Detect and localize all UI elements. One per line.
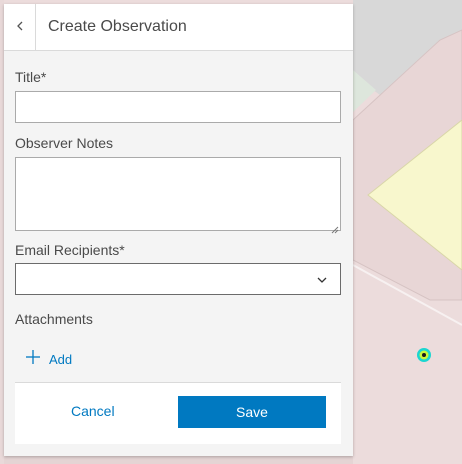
add-label: Add [49,351,73,367]
add-attachment-button[interactable]: Add [25,349,72,369]
map-marker[interactable] [417,348,431,362]
title-input[interactable] [15,91,341,123]
observer-notes-textarea[interactable] [15,157,341,234]
map-bottom-strip [0,456,353,464]
back-button[interactable] [4,4,36,51]
panel-header: Create Observation [4,4,353,51]
observer-notes-label: Observer Notes [15,135,114,151]
resize-handle-icon[interactable] [331,221,339,234]
chevron-down-icon [316,273,328,285]
chevron-left-icon [15,19,25,37]
panel-title: Create Observation [48,18,187,35]
email-recipients-select[interactable] [15,263,341,295]
panel-footer: Cancel Save [15,382,341,444]
email-recipients-label: Email Recipients* [15,242,125,258]
create-observation-panel: Create Observation Title* Observer Notes… [4,4,353,456]
save-button[interactable]: Save [178,396,326,428]
title-label: Title* [15,69,47,85]
plus-icon [25,349,41,370]
cancel-button[interactable]: Cancel [71,403,115,419]
attachments-label: Attachments [15,311,93,327]
